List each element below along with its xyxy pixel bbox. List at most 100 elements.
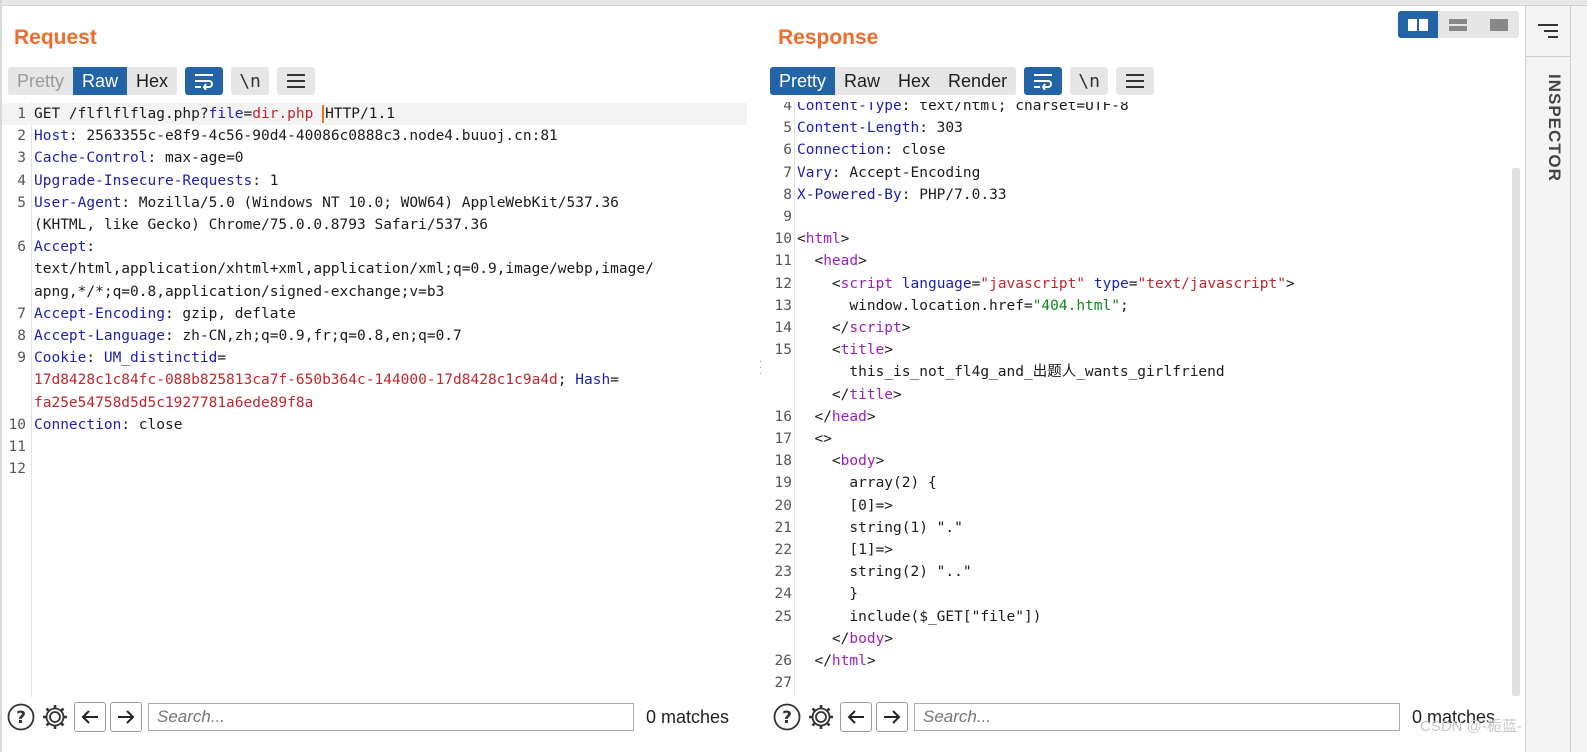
line-number: 16 [774,408,792,425]
code-line[interactable]: </body> [768,628,1513,650]
code-line[interactable]: 10 Connection: close [2,414,747,436]
settings-gear-icon[interactable] [806,702,836,732]
code-line[interactable]: 12 [2,458,747,480]
code-token: User-Agent [34,194,122,211]
code-line[interactable]: 11 <head> [768,250,1513,272]
code-line[interactable]: (KHTML, like Gecko) Chrome/75.0.0.8793 S… [2,214,747,236]
code-line[interactable]: 1 GET /flflflflag.php?file=dir.php HTTP/1… [2,103,747,125]
line-number: 11 [8,439,26,455]
code-token: : close [884,142,946,159]
code-line[interactable]: 21 string(1) "." [768,517,1513,539]
line-code: Host: 2563355c-e8f9-4c56-90d4-40086c0888… [34,125,558,147]
request-editor[interactable]: 1 GET /flflflflag.php?file=dir.php HTTP/1… [2,102,747,697]
code-line[interactable]: 16 </head> [768,406,1513,428]
response-panel: Response Pretty Raw Hex Render \n 4 Conte… [768,6,1523,752]
code-line[interactable]: text/html,application/xhtml+xml,applicat… [2,258,747,280]
hamburger-menu-icon[interactable] [1116,67,1155,95]
newline-toggle-button[interactable]: \n [1070,67,1109,95]
previous-match-button[interactable] [74,702,106,732]
code-line[interactable]: 27 [768,672,1513,694]
code-line[interactable]: 4 Content-Type: text/html; charset=UTF-8 [768,102,1513,117]
code-line[interactable]: 7 Accept-Encoding: gzip, deflate [2,303,747,325]
code-line[interactable]: 6 Accept: [2,236,747,258]
next-match-button[interactable] [110,702,142,732]
code-line[interactable]: 19 array(2) { [768,472,1513,494]
code-line[interactable]: 9 [768,206,1513,228]
code-line[interactable]: 11 [2,436,747,458]
code-line[interactable]: 20 [0]=> [768,495,1513,517]
response-scrollbar[interactable] [1512,168,1520,696]
code-line[interactable]: 13 window.location.href="404.html"; [768,295,1513,317]
code-token: this_is_not_fl4g_and_出题人_wants_girlfrien… [797,364,1225,381]
request-tab-raw[interactable]: Raw [73,67,128,95]
wrap-lines-icon[interactable] [1024,67,1063,95]
code-line[interactable]: 5 Content-Length: 303 [768,117,1513,139]
hamburger-menu-icon[interactable] [277,67,316,95]
previous-match-button[interactable] [840,702,872,732]
code-line[interactable]: 15 <title> [768,339,1513,361]
code-line[interactable]: fa25e54758d5d5c1927781a6ede89f8a [2,392,747,414]
code-token: : Accept-Encoding [831,164,981,181]
settings-gear-icon[interactable] [40,702,70,732]
code-line[interactable]: 5 User-Agent: Mozilla/5.0 (Windows NT 10.… [2,192,747,214]
request-tab-pretty[interactable]: Pretty [8,67,73,95]
code-line[interactable]: 17d8428c1c84fc-088b825813ca7f-650b364c-1… [2,369,747,391]
code-line[interactable]: 2 Host: 2563355c-e8f9-4c56-90d4-40086c088… [2,125,747,147]
menu-lines-icon[interactable] [1526,6,1570,57]
response-editor[interactable]: 4 Content-Type: text/html; charset=UTF-8 5… [768,102,1513,697]
newline-toggle-button[interactable]: \n [231,67,270,95]
code-token: : Mozilla/5.0 (Windows NT 10.0; WOW64) A… [121,194,619,211]
response-tab-raw[interactable]: Raw [835,67,889,95]
code-line[interactable]: 12 <script language="javascript" type="t… [768,273,1513,295]
code-line[interactable]: 26 </html> [768,650,1513,672]
code-line[interactable]: 24 } [768,583,1513,605]
code-line[interactable]: 18 <body> [768,450,1513,472]
line-number: 12 [8,461,26,478]
code-token: ; [1120,297,1129,314]
code-line[interactable]: 25 include($_GET["file"]) [768,606,1513,628]
code-line[interactable]: 17 <> [768,428,1513,450]
line-number: 14 [774,320,792,336]
response-tab-render[interactable]: Render [939,67,1016,95]
response-search-input[interactable] [914,703,1400,731]
split-horizontal-icon[interactable] [1398,11,1439,38]
code-line[interactable]: 6 Connection: close [768,139,1513,161]
code-line[interactable]: apng,*/*;q=0.8,application/signed-exchan… [2,281,747,303]
inspector-tab[interactable]: INSPECTOR [1534,74,1564,194]
code-token: UM_distinctid [103,350,218,367]
split-vertical-icon[interactable] [1438,11,1478,38]
line-number: 17 [774,431,792,447]
wrap-lines-icon[interactable] [185,67,224,95]
code-token: : text/html; charset=UTF-8 [901,102,1129,114]
help-icon[interactable]: ? [772,702,802,732]
response-tab-hex[interactable]: Hex [889,67,939,95]
request-search-input[interactable] [148,703,634,731]
code-line[interactable]: 9 Cookie: UM_distinctid= [2,347,747,369]
code-token: </ [797,653,832,669]
code-line[interactable]: 23 string(2) ".." [768,561,1513,583]
code-line[interactable]: 14 </script> [768,317,1513,339]
code-token: Content-Type [797,102,902,114]
code-token: Content-Length [797,120,920,137]
code-line[interactable]: 7 Vary: Accept-Encoding [768,162,1513,184]
code-line[interactable]: 8 Accept-Language: zh-CN,zh;q=0.9,fr;q=0.… [2,325,747,347]
pane-resize-handle[interactable]: · · · [759,358,762,380]
code-line[interactable]: 4 Upgrade-Insecure-Requests: 1 [2,170,747,192]
code-line[interactable]: this_is_not_fl4g_and_出题人_wants_girlfrien… [768,361,1513,383]
code-token: : [86,239,96,256]
request-tab-hex[interactable]: Hex [127,67,177,95]
single-pane-icon[interactable] [1479,11,1519,38]
code-token: window.location.href= [797,297,1033,314]
code-line[interactable]: 22 [1]=> [768,539,1513,561]
response-tab-pretty[interactable]: Pretty [770,67,836,95]
code-line[interactable]: 8 X-Powered-By: PHP/7.0.33 [768,184,1513,206]
code-line[interactable]: 10 <html> [768,228,1513,250]
code-line[interactable]: 3 Cache-Control: max-age=0 [2,147,747,169]
code-line[interactable]: </title> [768,384,1513,406]
next-match-button[interactable] [876,702,908,732]
help-icon[interactable]: ? [6,702,36,732]
code-token: = [217,350,227,367]
code-token: Hash [575,372,611,389]
line-number: 22 [774,542,792,558]
code-token: string(1) "." [797,519,963,536]
